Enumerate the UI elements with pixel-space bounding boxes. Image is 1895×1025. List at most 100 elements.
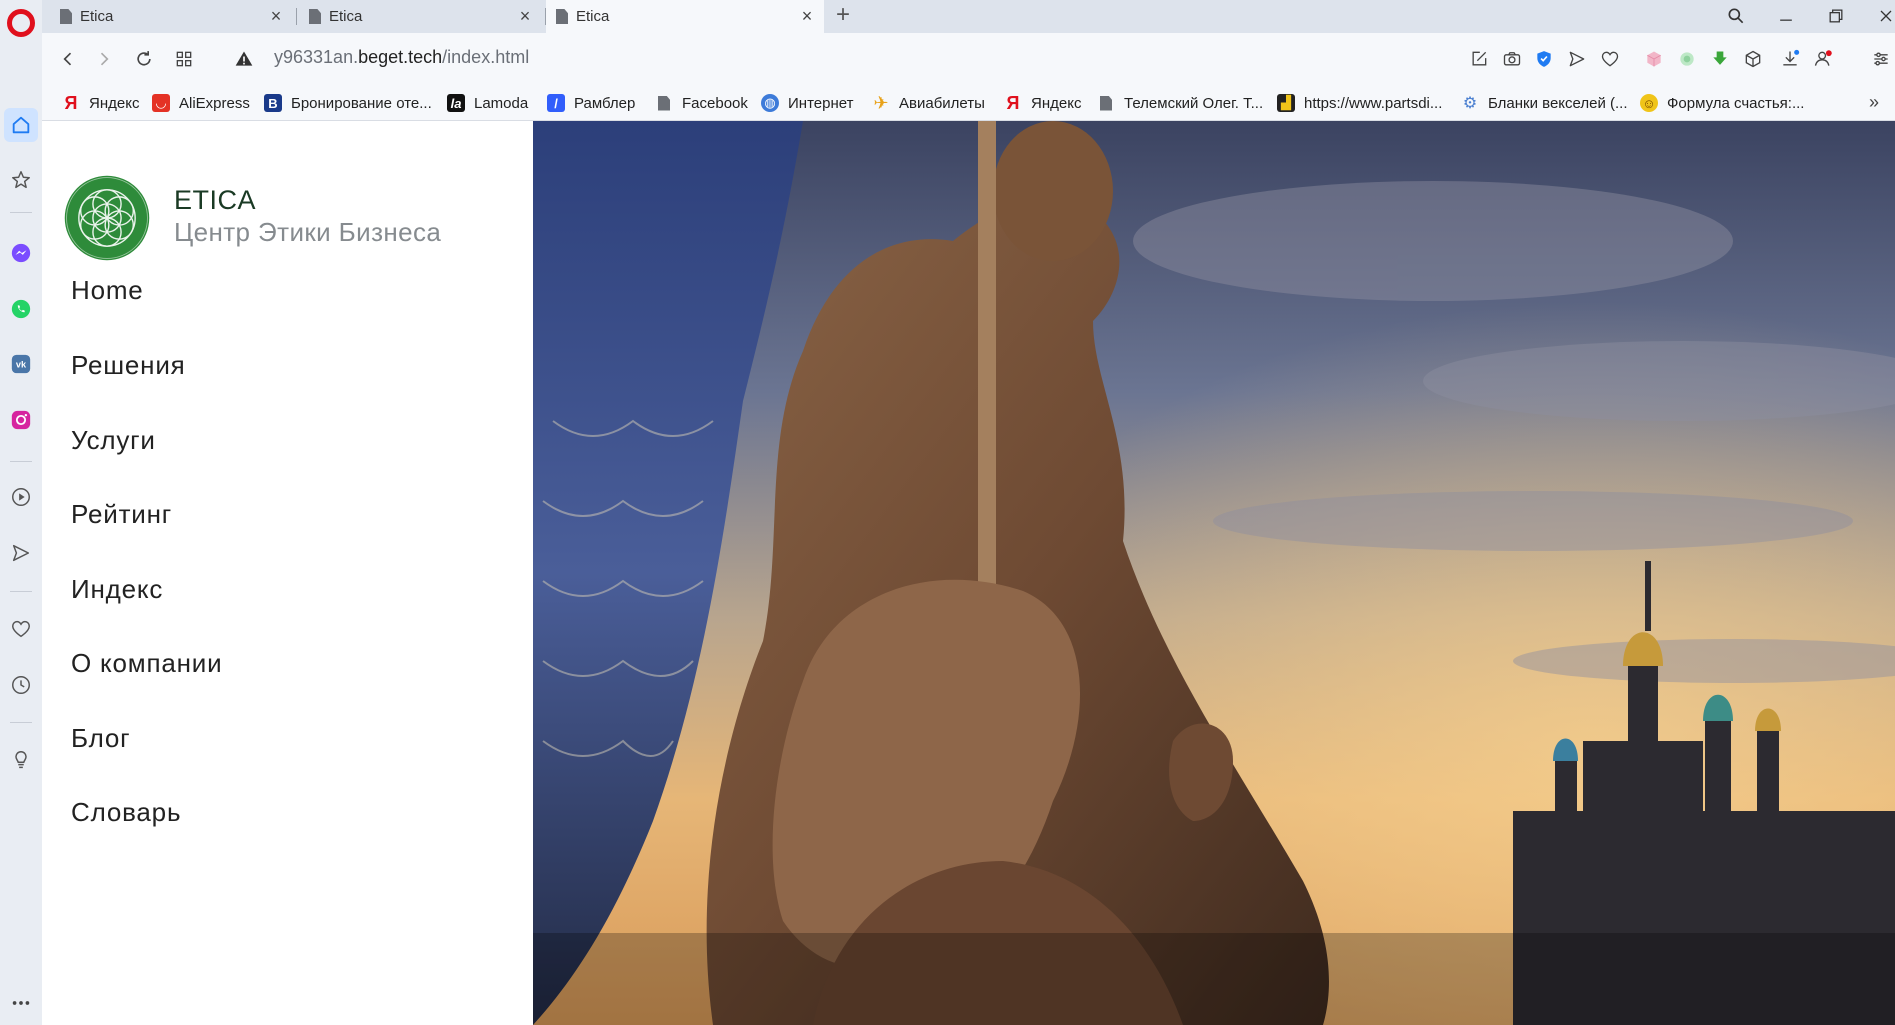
history-clock-icon[interactable] [4, 668, 38, 702]
sidebar-divider [10, 722, 32, 723]
tab-close-icon[interactable]: × [516, 7, 534, 25]
bookmark-aviabilety[interactable]: ✈ Авиабилеты [872, 85, 985, 121]
minimize-icon[interactable] [1769, 2, 1803, 30]
menu-item-index[interactable]: Индекс [71, 574, 163, 605]
bookmark-aliexpress[interactable]: ◡ AliExpress [152, 85, 250, 121]
download-extension-icon[interactable] [1707, 46, 1733, 72]
bookmark-yandex-2[interactable]: Я Яндекс [1004, 85, 1082, 121]
tab-strip: Etica × Etica × Etica × + [42, 0, 1895, 33]
bookmark-label: Яндекс [89, 94, 140, 112]
new-tab-button[interactable]: + [830, 3, 856, 29]
opera-logo-icon[interactable] [7, 9, 35, 37]
menu-item-about[interactable]: О компании [71, 648, 222, 679]
yandex-icon: Я [1006, 92, 1020, 113]
aliexpress-icon: ◡ [152, 94, 170, 112]
pinboard-heart-icon[interactable] [4, 612, 38, 646]
bookmark-formula[interactable]: ☺ Формула счастья:... [1640, 85, 1804, 121]
page-icon [60, 9, 72, 24]
bookmarks-star-icon[interactable] [4, 163, 38, 197]
snapshot-camera-icon[interactable] [1499, 46, 1525, 72]
bookmark-yandex[interactable]: Я Яндекс [62, 85, 140, 121]
menu-item-glossary[interactable]: Словарь [71, 797, 181, 828]
plane-icon: ✈ [873, 92, 889, 113]
etica-flower-logo-icon[interactable] [63, 174, 151, 262]
instagram-icon[interactable] [4, 403, 38, 437]
speed-dial-icon[interactable] [4, 108, 38, 142]
sidebar-divider [10, 461, 32, 462]
forward-icon[interactable] [90, 45, 118, 73]
vpn-shield-icon[interactable] [1531, 46, 1557, 72]
tab-3-active[interactable]: Etica × [546, 0, 824, 33]
bookmarks-overflow-chevron-icon[interactable]: » [1869, 92, 1879, 113]
add-to-bookmarks-heart-icon[interactable] [1597, 46, 1623, 72]
my-flow-send-icon[interactable] [4, 536, 38, 570]
close-window-icon[interactable] [1869, 2, 1895, 30]
tab-title: Etica [329, 8, 363, 25]
url-prefix: y96331an. [274, 47, 359, 67]
booking-icon: B [264, 94, 282, 112]
bookmark-blanki[interactable]: ⚙ Бланки векселей (... [1461, 85, 1628, 121]
svg-text:vk: vk [16, 360, 27, 370]
rambler-icon: / [547, 94, 565, 112]
page-icon [655, 94, 673, 112]
page-icon [1097, 94, 1115, 112]
back-icon[interactable] [54, 45, 82, 73]
menu-item-solutions[interactable]: Решения [71, 350, 186, 381]
bookmark-label: AliExpress [179, 94, 250, 112]
send-to-flow-icon[interactable] [1564, 46, 1590, 72]
tab-close-icon[interactable]: × [798, 7, 816, 25]
extension-circle-icon[interactable] [1674, 46, 1700, 72]
menu-item-home[interactable]: Home [71, 275, 144, 306]
tab-search-icon[interactable] [1719, 2, 1753, 30]
reload-icon[interactable] [130, 45, 158, 73]
messenger-icon[interactable] [4, 236, 38, 270]
brand-name[interactable]: ETICA [174, 185, 256, 216]
bookmark-label: Авиабилеты [899, 94, 985, 112]
bookmark-label: Бланки векселей (... [1488, 94, 1628, 112]
not-secure-warning-icon[interactable] [230, 45, 258, 73]
downloads-icon[interactable] [1777, 46, 1803, 72]
tab-1[interactable]: Etica × [50, 0, 293, 33]
tips-lightbulb-icon[interactable] [4, 743, 38, 777]
whatsapp-icon[interactable] [4, 292, 38, 326]
bookmark-label: Интернет [788, 94, 854, 112]
site-sidebar: ETICA Центр Этики Бизнеса Home Решения У… [42, 121, 533, 1025]
smiley-icon: ☺ [1640, 94, 1658, 112]
bookmark-internet[interactable]: ◍ Интернет [761, 85, 853, 121]
bookmark-telemsky[interactable]: Телемский Олег. Т... [1097, 85, 1263, 121]
tab-title: Etica [576, 8, 610, 25]
vk-icon[interactable]: vk [4, 347, 38, 381]
url-field[interactable]: y96331an.beget.tech/index.html [274, 47, 529, 68]
bookmark-lamoda[interactable]: la Lamoda [447, 85, 528, 121]
bookmark-label: Бронирование оте... [291, 94, 432, 112]
page-icon [556, 9, 568, 24]
more-ellipsis-icon[interactable] [4, 986, 38, 1020]
bookmark-rambler[interactable]: / Рамблер [547, 85, 635, 121]
bookmark-label: Facebook [682, 94, 748, 112]
bookmark-partsdi[interactable]: ▟ https://www.partsdi... [1277, 85, 1442, 121]
restore-icon[interactable] [1819, 2, 1853, 30]
tab-close-icon[interactable]: × [267, 7, 285, 25]
tab-overview-grid-icon[interactable] [170, 45, 198, 73]
yandex-icon: Я [64, 92, 78, 113]
bookmark-label: Яндекс [1031, 94, 1082, 112]
bookmark-label: Рамблер [574, 94, 636, 112]
player-icon[interactable] [4, 480, 38, 514]
bookmark-facebook[interactable]: Facebook [655, 85, 748, 121]
tab-divider [296, 8, 297, 25]
url-path: /index.html [442, 47, 530, 67]
account-icon[interactable] [1810, 46, 1836, 72]
menu-item-blog[interactable]: Блог [71, 723, 130, 754]
easy-setup-sliders-icon[interactable] [1868, 46, 1894, 72]
brand-tagline: Центр Этики Бизнеса [174, 217, 442, 247]
sidebar-divider [10, 212, 32, 213]
partsdi-icon: ▟ [1277, 94, 1295, 112]
extension-cube-icon[interactable] [1641, 46, 1667, 72]
extensions-box-icon[interactable] [1740, 46, 1766, 72]
share-edit-icon[interactable] [1466, 46, 1492, 72]
menu-item-services[interactable]: Услуги [71, 425, 156, 456]
bookmark-booking[interactable]: B Бронирование оте... [264, 85, 432, 121]
bookmark-label: https://www.partsdi... [1304, 94, 1443, 112]
menu-item-rating[interactable]: Рейтинг [71, 499, 172, 530]
tab-2[interactable]: Etica × [299, 0, 542, 33]
